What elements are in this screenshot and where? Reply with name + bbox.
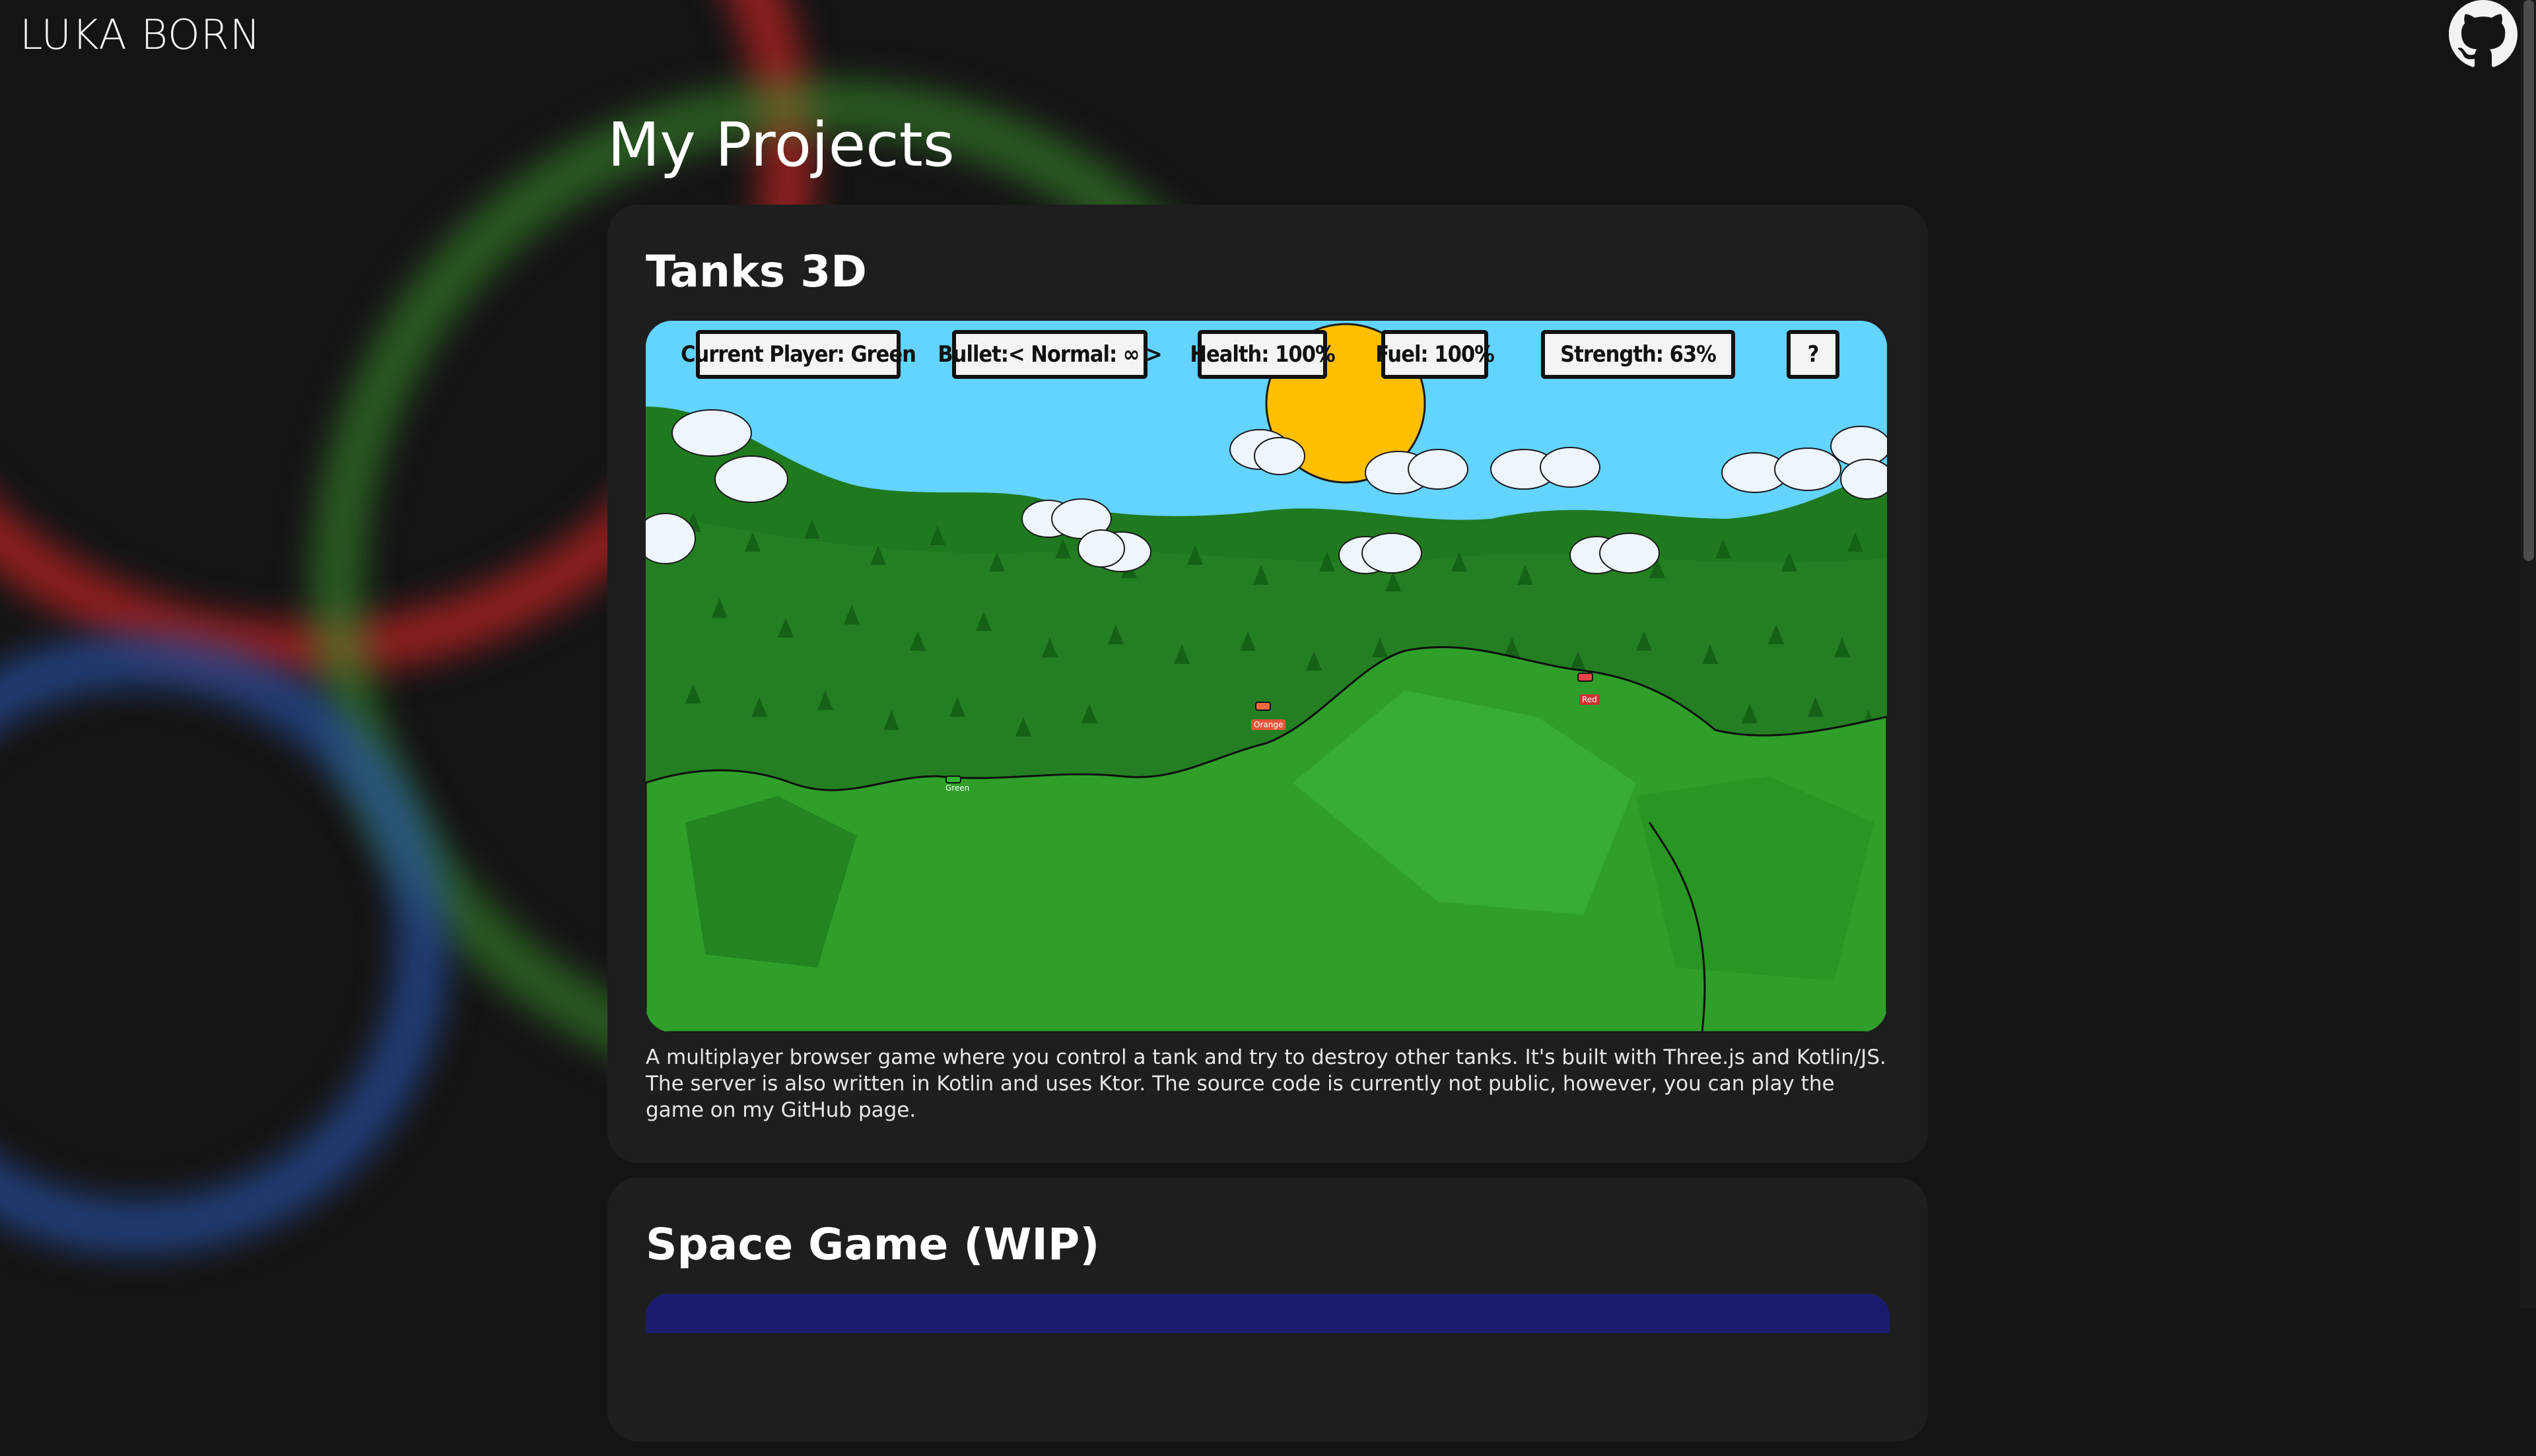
project-title: Space Game (WIP) [646, 1219, 1100, 1270]
tank-red [1577, 673, 1593, 682]
tank-label-red: Red [1579, 694, 1600, 705]
tank-label-green: Green [945, 783, 970, 793]
scrollbar[interactable] [2520, 0, 2536, 1307]
site-header: LUKA BORN [0, 0, 2536, 79]
hud-bullet-selector[interactable]: Bullet:< Normal: ∞ > [938, 330, 1163, 379]
tanks-game-preview[interactable]: Green Orange Red Current Player: Green B… [646, 321, 1887, 1032]
github-icon[interactable] [2449, 0, 2518, 69]
project-title: Tanks 3D [646, 246, 867, 297]
space-game-preview[interactable] [646, 1294, 1890, 1333]
hud-fuel[interactable]: Fuel: 100% [1375, 330, 1495, 379]
scrollbar-thumb[interactable] [2523, 0, 2534, 561]
hud-current-player[interactable]: Current Player: Green [681, 330, 916, 379]
project-description: A multiplayer browser game where you con… [646, 1045, 1886, 1122]
tank-orange [1255, 702, 1271, 711]
hud-help-button[interactable]: ? [1787, 330, 1839, 379]
tank-green [945, 776, 961, 783]
page-title: My Projects [607, 110, 955, 180]
site-brand[interactable]: LUKA BORN [20, 11, 261, 59]
hud-strength[interactable]: Strength: 63% [1541, 330, 1735, 379]
hud-health[interactable]: Health: 100% [1190, 330, 1336, 379]
project-card-tanks: Tanks 3D Green Orange Red Current Player… [607, 205, 1928, 1163]
main-content: My Projects Tanks 3D Green Orange Red Cu… [607, 106, 1928, 1456]
game-scene [646, 321, 1887, 1032]
project-card-space-game: Space Game (WIP) [607, 1177, 1928, 1441]
tank-label-orange: Orange [1251, 719, 1286, 730]
